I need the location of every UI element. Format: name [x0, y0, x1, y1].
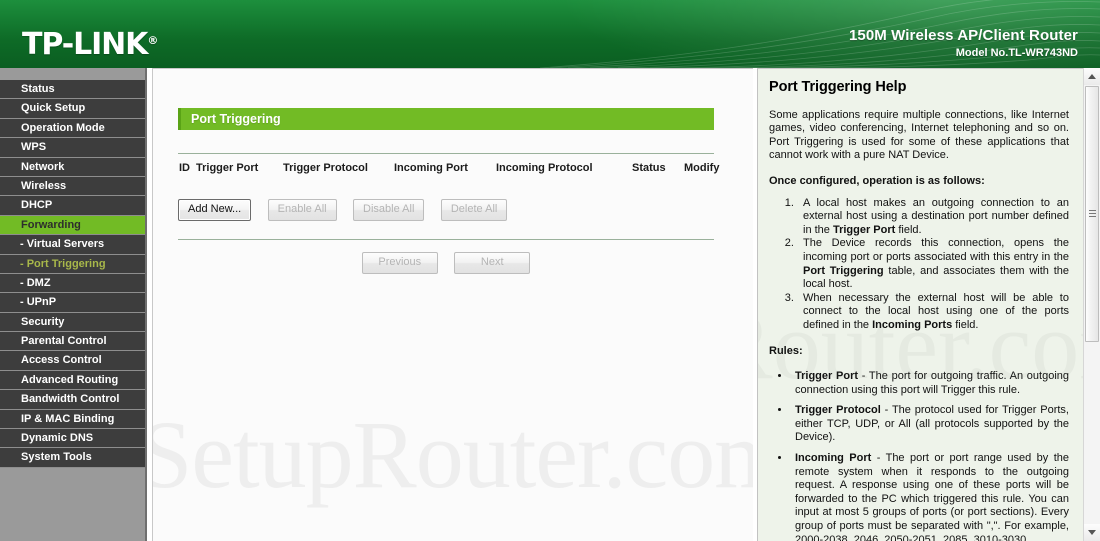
column-header-status: Status: [632, 162, 666, 174]
sidebar-item-label: System Tools: [21, 451, 92, 464]
column-header-incoming-protocol: Incoming Protocol: [496, 162, 593, 174]
sidebar-item-status[interactable]: Status: [0, 80, 145, 100]
sidebar-item-label: Advanced Routing: [21, 373, 119, 386]
sidebar-item-operation-mode[interactable]: Operation Mode: [0, 118, 145, 139]
help-intro-paragraph: Some applications require multiple conne…: [769, 108, 1069, 162]
enable-all-button[interactable]: Enable All: [267, 199, 337, 221]
next-page-button[interactable]: Next: [454, 252, 531, 274]
router-admin-page: TP-LINK® 150M Wireless AP/Client Router …: [0, 0, 1100, 541]
sidebar-item-bandwidth-control[interactable]: Bandwidth Control: [0, 390, 145, 410]
table-action-buttons: Add New... Enable All Disable All Delete…: [178, 199, 519, 221]
sidebar-item-label: Status: [21, 83, 55, 95]
sidebar-item-port-triggering[interactable]: - Port Triggering: [0, 254, 145, 274]
sidebar-item-label: Bandwidth Control: [21, 393, 120, 406]
sidebar-item-wps[interactable]: WPS: [0, 138, 145, 158]
sidebar-item-label: DHCP: [21, 199, 53, 212]
model-number: Model No.TL-WR743ND: [955, 47, 1078, 59]
page-title: Port Triggering: [191, 112, 281, 126]
sidebar-item-label: Forwarding: [21, 218, 81, 231]
help-title: Port Triggering Help: [769, 79, 907, 95]
help-step-3: When necessary the external host will be…: [797, 292, 1069, 333]
sidebar-item-access-control[interactable]: Access Control: [0, 351, 145, 371]
sidebar-item-wireless[interactable]: Wireless: [0, 176, 145, 197]
sidebar-item-dmz[interactable]: - DMZ: [0, 273, 145, 294]
help-rule-incoming-port: Incoming Port - The port or port range u…: [791, 452, 1069, 541]
tp-link-logo: TP-LINK®: [22, 27, 159, 62]
add-new-button[interactable]: Add New...: [178, 199, 252, 221]
sidebar-item-label: Wireless: [21, 179, 67, 192]
help-step-2: The Device records this connection, open…: [797, 237, 1069, 291]
sidebar-item-label: Quick Setup: [21, 102, 86, 115]
sidebar-top-spacer: [0, 68, 145, 80]
sidebar-item-dhcp[interactable]: DHCP: [0, 196, 145, 216]
model-info: 150M Wireless AP/Client Router Model No.…: [849, 27, 1078, 61]
sidebar-item-security[interactable]: Security: [0, 312, 145, 333]
help-operation-steps: A local host makes an outgoing connectio…: [797, 197, 1069, 333]
sidebar-item-label: Network: [21, 160, 65, 173]
scroll-up-arrow-icon[interactable]: [1084, 68, 1100, 85]
disable-all-button[interactable]: Disable All: [353, 199, 425, 221]
sidebar-menu: Status Quick Setup Operation Mode WPS Networ…: [0, 80, 145, 468]
sidebar-item-network[interactable]: Network: [0, 157, 145, 177]
sidebar-item-label: - DMZ: [20, 276, 51, 289]
page-header: TP-LINK® 150M Wireless AP/Client Router …: [0, 0, 1100, 68]
pagination-divider: [178, 239, 714, 240]
sidebar-navigation: Status Quick Setup Operation Mode WPS Networ…: [0, 68, 147, 541]
help-rule-trigger-port: Trigger Port - The port for outgoing tra…: [791, 370, 1069, 397]
scrollbar-thumb[interactable]: [1085, 86, 1099, 342]
table-top-divider: [178, 153, 714, 154]
column-header-id: ID: [179, 162, 190, 174]
help-rules-label: Rules:: [769, 344, 803, 357]
sidebar-item-label: WPS: [21, 141, 47, 154]
port-triggering-table-header: ID Trigger Port Trigger Protocol Incomin…: [178, 162, 720, 178]
help-operation-label: Once configured, operation is as follows…: [769, 174, 985, 187]
page-scrollbar[interactable]: [1083, 68, 1100, 541]
page-title-bar: Port Triggering: [178, 108, 714, 130]
main-content: SetupRouter.com Port Triggering ID Trigg…: [152, 68, 753, 541]
sidebar-item-label: - Port Triggering: [20, 257, 106, 270]
sidebar-item-system-tools[interactable]: System Tools: [0, 448, 145, 468]
sidebar-item-label: Security: [21, 315, 65, 328]
watermark-text: SetupRouter.com: [152, 401, 753, 508]
sidebar-item-label: IP & MAC Binding: [21, 412, 115, 425]
previous-page-button[interactable]: Previous: [361, 252, 438, 274]
sidebar-item-advanced-routing[interactable]: Advanced Routing: [0, 370, 145, 391]
sidebar-item-virtual-servers[interactable]: - Virtual Servers: [0, 235, 145, 255]
help-step-1: A local host makes an outgoing connectio…: [797, 197, 1069, 238]
scroll-down-arrow-icon[interactable]: [1084, 524, 1100, 541]
delete-all-button[interactable]: Delete All: [440, 199, 508, 221]
column-header-trigger-port: Trigger Port: [196, 162, 259, 174]
sidebar-item-label: Dynamic DNS: [21, 432, 94, 445]
sidebar-item-dynamic-dns[interactable]: Dynamic DNS: [0, 429, 145, 449]
help-rule-trigger-protocol: Trigger Protocol - The protocol used for…: [791, 404, 1069, 445]
sidebar-item-parental-control[interactable]: Parental Control: [0, 332, 145, 352]
help-panel: SetupRouter.com Port Triggering Help Som…: [757, 68, 1083, 541]
registered-trademark-icon: ®: [147, 34, 159, 47]
scrollbar-grip-icon: [1089, 210, 1096, 218]
help-rules-list: Trigger Port - The port for outgoing tra…: [791, 370, 1069, 541]
sidebar-item-ip-mac-binding[interactable]: IP & MAC Binding: [0, 409, 145, 430]
column-header-incoming-port: Incoming Port: [394, 162, 468, 174]
sidebar-item-upnp[interactable]: - UPnP: [0, 293, 145, 313]
sidebar-item-label: Access Control: [21, 354, 102, 367]
column-header-modify: Modify: [684, 162, 720, 174]
sidebar-item-forwarding[interactable]: Forwarding: [0, 215, 145, 236]
sidebar-item-label: - Virtual Servers: [20, 238, 105, 251]
sidebar-item-quick-setup[interactable]: Quick Setup: [0, 99, 145, 119]
sidebar-item-label: Parental Control: [21, 335, 107, 348]
product-title: 150M Wireless AP/Client Router: [848, 27, 1078, 44]
sidebar-item-label: - UPnP: [20, 296, 57, 309]
sidebar-item-label: Operation Mode: [21, 121, 105, 134]
column-header-trigger-protocol: Trigger Protocol: [283, 162, 368, 174]
pagination-controls: Previous Next: [178, 252, 714, 274]
